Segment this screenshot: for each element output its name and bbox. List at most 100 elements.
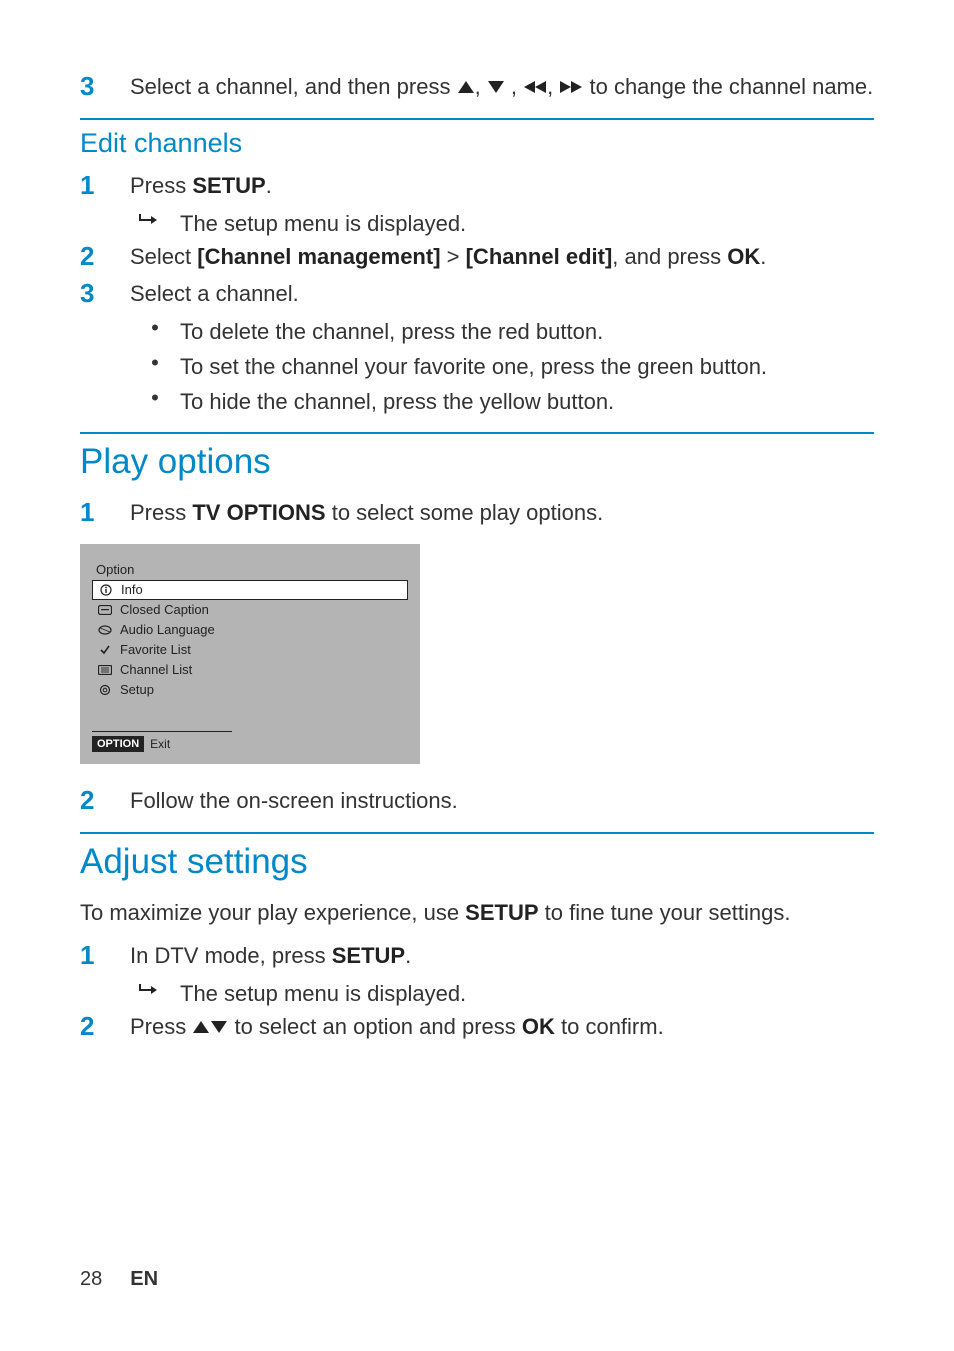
edit-step-1-result: The setup menu is displayed. bbox=[130, 207, 874, 240]
osd-title: Option bbox=[96, 562, 408, 577]
page-footer: 28 EN bbox=[80, 1268, 158, 1291]
text-bold: SETUP bbox=[332, 943, 405, 968]
osd-item-audio: Audio Language bbox=[92, 620, 408, 640]
text-fragment: , and press bbox=[612, 244, 727, 269]
option-badge: OPTION bbox=[92, 736, 144, 752]
step-number: 2 bbox=[80, 1010, 130, 1044]
text-fragment: In DTV mode, press bbox=[130, 943, 332, 968]
bullet-icon: • bbox=[130, 385, 180, 411]
text-bold: SETUP bbox=[192, 173, 265, 198]
osd-footer-text: Exit bbox=[150, 737, 170, 751]
step-number: 3 bbox=[80, 70, 130, 104]
text-bold: [Channel management] bbox=[197, 244, 440, 269]
down-icon bbox=[210, 1014, 228, 1039]
step-number: 3 bbox=[80, 277, 130, 311]
step-text: Follow the on-screen instructions. bbox=[130, 784, 874, 817]
text-bold: OK bbox=[522, 1014, 555, 1039]
edit-step-2: 2 Select [Channel management] > [Channel… bbox=[80, 240, 874, 274]
text-bold: SETUP bbox=[465, 900, 538, 925]
step-number: 1 bbox=[80, 939, 130, 973]
step-number: 2 bbox=[80, 784, 130, 818]
text-fragment: Press bbox=[130, 1014, 192, 1039]
gear-icon bbox=[98, 683, 112, 697]
forward-icon bbox=[559, 74, 583, 99]
osd-footer: OPTION Exit bbox=[92, 731, 232, 752]
play-step-2: 2 Follow the on-screen instructions. bbox=[80, 784, 874, 818]
osd-label: Info bbox=[121, 582, 143, 597]
up-icon bbox=[457, 74, 475, 99]
bullet-text: To set the channel your favorite one, pr… bbox=[180, 350, 767, 383]
text-fragment: , bbox=[547, 74, 559, 99]
osd-item-caption: Closed Caption bbox=[92, 600, 408, 620]
edit-bullet-3: • To hide the channel, press the yellow … bbox=[130, 385, 874, 418]
step-text: Select a channel, and then press , , , t… bbox=[130, 70, 874, 103]
text-fragment: to confirm. bbox=[555, 1014, 664, 1039]
text-fragment: . bbox=[405, 943, 411, 968]
step-number: 2 bbox=[80, 240, 130, 274]
step-number: 1 bbox=[80, 496, 130, 530]
step-text: In DTV mode, press SETUP. bbox=[130, 939, 874, 972]
adjust-step-1: 1 In DTV mode, press SETUP. bbox=[80, 939, 874, 973]
up-icon bbox=[192, 1014, 210, 1039]
osd-label: Favorite List bbox=[120, 642, 191, 657]
osd-item-info: Info bbox=[92, 580, 408, 600]
result-text: The setup menu is displayed. bbox=[180, 207, 466, 240]
text-fragment: Select a channel, and then press bbox=[130, 74, 457, 99]
page-number: 28 bbox=[80, 1268, 102, 1291]
text-fragment: . bbox=[760, 244, 766, 269]
osd-item-setup: Setup bbox=[92, 680, 408, 700]
edit-bullet-1: • To delete the channel, press the red b… bbox=[130, 315, 874, 348]
check-icon bbox=[98, 643, 112, 657]
text-bold: TV OPTIONS bbox=[192, 500, 325, 525]
step-text: Press SETUP. bbox=[130, 169, 874, 202]
heading-adjust-settings: Adjust settings bbox=[80, 842, 874, 882]
text-fragment: to select some play options. bbox=[326, 500, 604, 525]
bullet-text: To delete the channel, press the red but… bbox=[180, 315, 603, 348]
result-arrow-icon bbox=[130, 977, 180, 1003]
osd-label: Audio Language bbox=[120, 622, 215, 637]
text-fragment: to select an option and press bbox=[228, 1014, 522, 1039]
adjust-step-2: 2 Press to select an option and press OK… bbox=[80, 1010, 874, 1044]
text-fragment: , bbox=[505, 74, 523, 99]
step-number: 1 bbox=[80, 169, 130, 203]
bullet-text: To hide the channel, press the yellow bu… bbox=[180, 385, 614, 418]
text-fragment: , bbox=[475, 74, 487, 99]
text-bold: OK bbox=[727, 244, 760, 269]
step-3-rename: 3 Select a channel, and then press , , ,… bbox=[80, 70, 874, 104]
down-icon bbox=[487, 74, 505, 99]
osd-label: Setup bbox=[120, 682, 154, 697]
step-text: Press to select an option and press OK t… bbox=[130, 1010, 874, 1043]
text-fragment: Press bbox=[130, 173, 192, 198]
step-text: Press TV OPTIONS to select some play opt… bbox=[130, 496, 874, 529]
divider bbox=[80, 118, 874, 120]
heading-play-options: Play options bbox=[80, 442, 874, 482]
step-text: Select a channel. bbox=[130, 277, 874, 310]
rewind-icon bbox=[523, 74, 547, 99]
caption-icon bbox=[98, 603, 112, 617]
text-fragment: To maximize your play experience, use bbox=[80, 900, 465, 925]
adjust-intro: To maximize your play experience, use SE… bbox=[80, 896, 874, 929]
step-text: Select [Channel management] > [Channel e… bbox=[130, 240, 874, 273]
edit-bullet-2: • To set the channel your favorite one, … bbox=[130, 350, 874, 383]
list-icon bbox=[98, 663, 112, 677]
text-fragment: Select bbox=[130, 244, 197, 269]
osd-label: Channel List bbox=[120, 662, 192, 677]
text-fragment: . bbox=[266, 173, 272, 198]
text-fragment: to change the channel name. bbox=[583, 74, 873, 99]
divider bbox=[80, 832, 874, 834]
info-icon bbox=[99, 583, 113, 597]
audio-icon bbox=[98, 623, 112, 637]
result-text: The setup menu is displayed. bbox=[180, 977, 466, 1010]
osd-screenshot: Option Info Closed Caption Audio Languag… bbox=[80, 544, 420, 764]
osd-item-channellist: Channel List bbox=[92, 660, 408, 680]
osd-item-favorite: Favorite List bbox=[92, 640, 408, 660]
text-fragment: to fine tune your settings. bbox=[539, 900, 791, 925]
heading-edit-channels: Edit channels bbox=[80, 128, 874, 159]
page-language: EN bbox=[130, 1268, 158, 1291]
text-fragment: > bbox=[441, 244, 466, 269]
text-bold: [Channel edit] bbox=[466, 244, 613, 269]
edit-step-3: 3 Select a channel. bbox=[80, 277, 874, 311]
bullet-icon: • bbox=[130, 350, 180, 376]
bullet-icon: • bbox=[130, 315, 180, 341]
play-step-1: 1 Press TV OPTIONS to select some play o… bbox=[80, 496, 874, 530]
